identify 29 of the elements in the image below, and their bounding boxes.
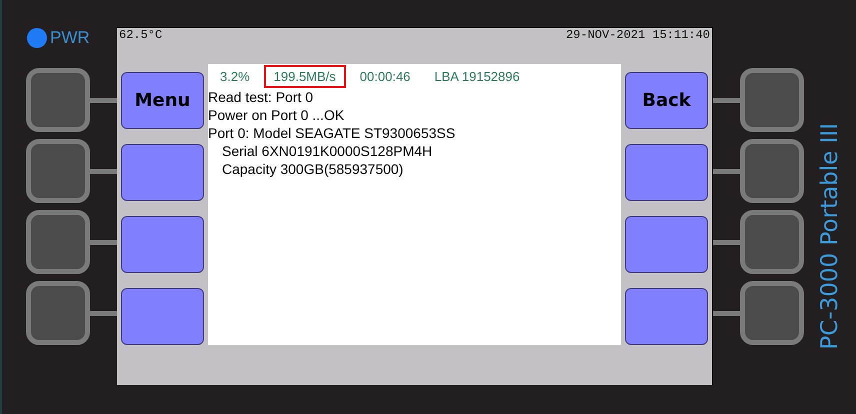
power-label: PWR <box>50 28 90 48</box>
status-value: LBA 19152896 <box>433 68 521 86</box>
brand-label: PC-3000 Portable III <box>817 123 843 350</box>
date-time: 29-NOV-2021 15:11:40 <box>566 28 710 42</box>
log-line: Port 0: Model SEAGATE ST9300653SS <box>208 124 456 142</box>
soft-key[interactable] <box>121 216 204 273</box>
status-value: 199.5MB/s <box>264 64 346 88</box>
log-line: Capacity 300GB(585937500) <box>221 160 404 178</box>
hardware-key[interactable] <box>740 139 804 203</box>
log-line: Read test: Port 0 <box>208 88 314 106</box>
soft-key[interactable]: Menu <box>121 72 204 129</box>
soft-key[interactable]: Back <box>625 72 708 129</box>
hardware-key[interactable] <box>26 68 90 132</box>
soft-key[interactable] <box>625 288 708 345</box>
soft-key[interactable] <box>625 144 708 201</box>
soft-key[interactable] <box>625 216 708 273</box>
hardware-key[interactable] <box>26 281 90 345</box>
status-value: 3.2% <box>219 68 251 86</box>
hardware-key[interactable] <box>26 139 90 203</box>
hardware-key[interactable] <box>26 210 90 274</box>
soft-key[interactable] <box>121 288 204 345</box>
log-line: Power on Port 0 ...OK <box>208 106 346 124</box>
log-line: Serial 6XN0191K0000S128PM4H <box>221 142 434 160</box>
soft-key[interactable] <box>121 144 204 201</box>
temperature-readout: 62.5°C <box>119 28 162 42</box>
hardware-key[interactable] <box>740 68 804 132</box>
status-value: 00:00:46 <box>358 68 412 86</box>
hardware-key[interactable] <box>740 281 804 345</box>
hardware-key[interactable] <box>740 210 804 274</box>
